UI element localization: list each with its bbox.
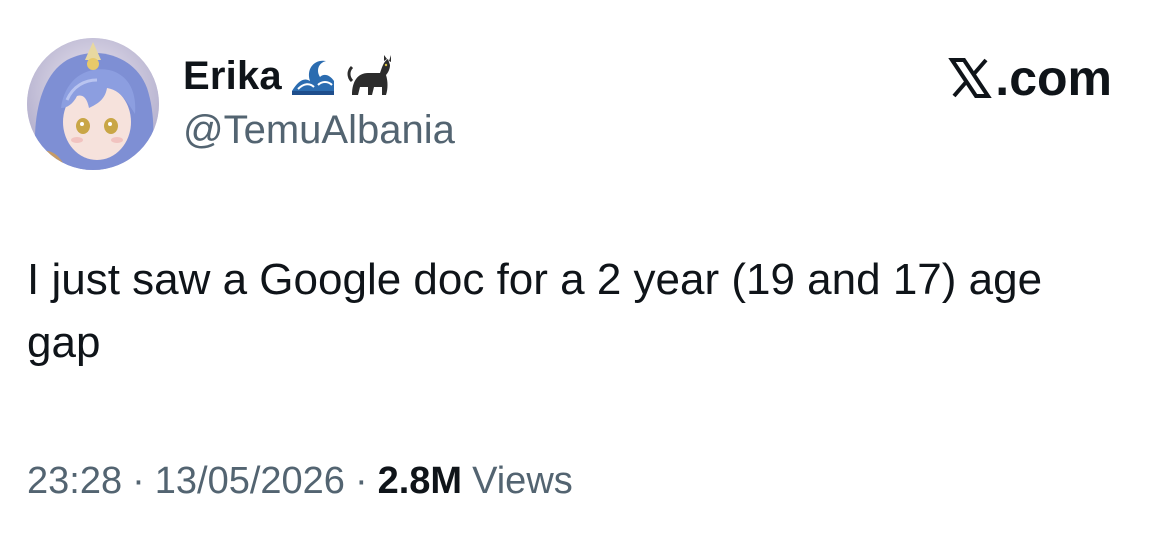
tweet-date[interactable]: 13/05/2026 — [155, 460, 345, 503]
wave-emoji-icon — [288, 51, 338, 101]
views-count[interactable]: 2.8M — [378, 460, 462, 503]
avatar-image — [27, 38, 159, 170]
meta-separator: · — [354, 460, 368, 502]
tweet-card: Erika @TemuAlbania .com I just saw a Goo… — [0, 0, 1170, 538]
brand-domain-label: .com — [995, 50, 1112, 106]
display-name-row[interactable]: Erika — [183, 50, 394, 102]
display-name[interactable]: Erika — [183, 54, 282, 99]
avatar[interactable] — [27, 38, 159, 170]
black-cat-emoji-icon — [344, 51, 394, 101]
tweet-time[interactable]: 23:28 — [27, 460, 122, 503]
views-label[interactable]: Views — [472, 460, 573, 503]
brand-watermark: .com — [948, 50, 1112, 106]
x-logo-icon — [948, 56, 993, 100]
meta-separator: · — [132, 460, 145, 502]
tweet-text: I just saw a Google doc for a 2 year (19… — [27, 255, 1043, 367]
tweet-meta: 23:28 · 13/05/2026 · 2.8M Views — [27, 460, 573, 503]
username-handle[interactable]: @TemuAlbania — [183, 108, 455, 153]
